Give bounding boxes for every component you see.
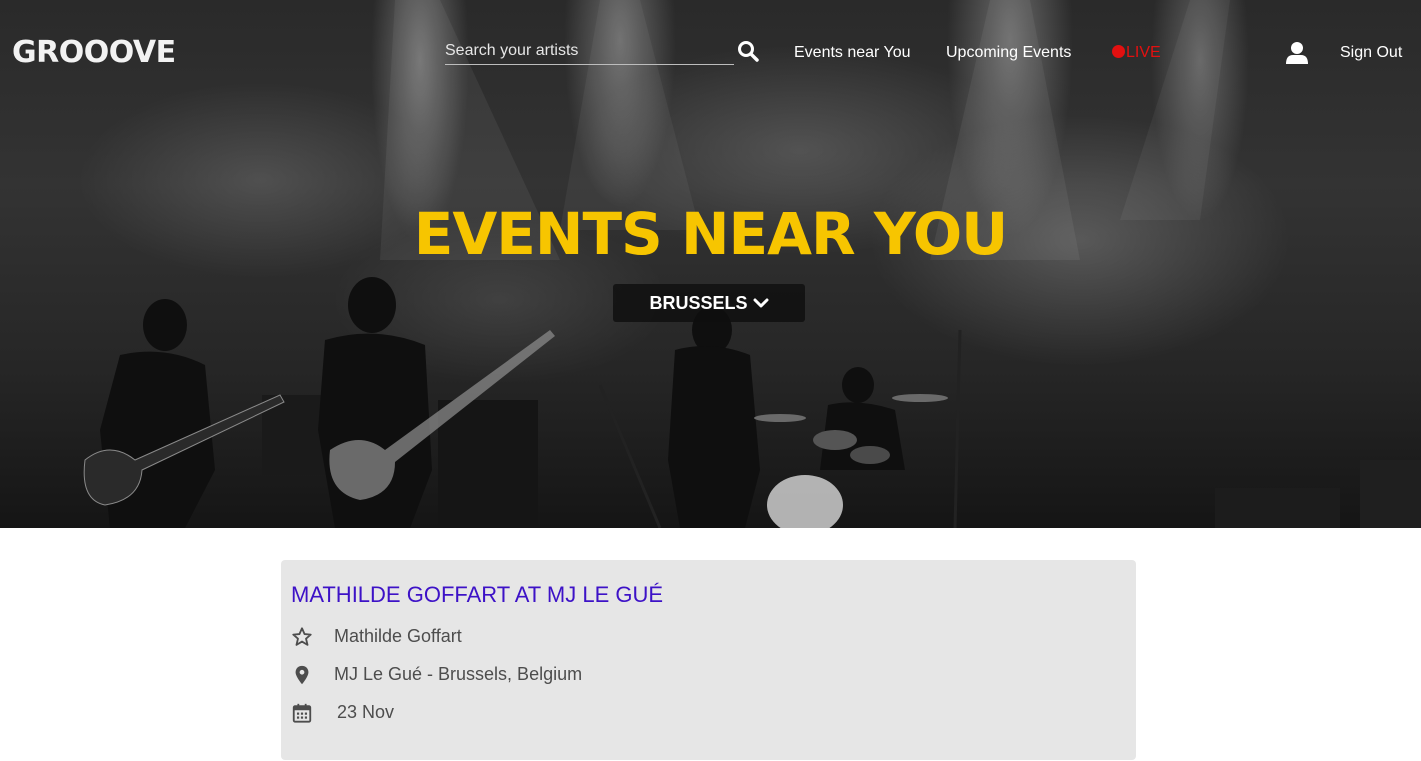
nav-live[interactable]: LIVE — [1112, 44, 1161, 62]
search-field[interactable] — [445, 40, 734, 65]
event-artist: Mathilde Goffart — [334, 626, 462, 646]
city-selector-label: BRUSSELS — [649, 292, 748, 313]
city-selector-button[interactable]: BRUSSELS — [613, 284, 805, 322]
search-input[interactable] — [445, 40, 734, 62]
nav-events-near-you[interactable]: Events near You — [794, 44, 911, 62]
hero-banner: GROOOVE Events near You Upcoming Events … — [0, 0, 1421, 528]
chevron-down-icon — [753, 298, 768, 308]
live-indicator-icon — [1112, 45, 1125, 58]
nav-upcoming-events[interactable]: Upcoming Events — [946, 44, 1071, 62]
user-icon[interactable] — [1285, 41, 1309, 65]
page-title: EVENTS NEAR YOU — [413, 200, 1008, 268]
brand-logo[interactable]: GROOOVE — [12, 35, 176, 70]
live-label: LIVE — [1126, 44, 1161, 61]
star-icon — [292, 627, 312, 646]
search-icon[interactable] — [737, 40, 761, 64]
sign-out-link[interactable]: Sign Out — [1340, 44, 1402, 62]
calendar-icon — [292, 703, 312, 723]
event-venue: MJ Le Gué - Brussels, Belgium — [334, 664, 583, 684]
event-card[interactable]: MATHILDE GOFFART AT MJ LE GUÉ Mathilde G… — [281, 560, 1136, 760]
event-date: 23 Nov — [337, 702, 395, 722]
event-title[interactable]: MATHILDE GOFFART AT MJ LE GUÉ — [291, 582, 663, 608]
location-pin-icon — [295, 665, 309, 685]
